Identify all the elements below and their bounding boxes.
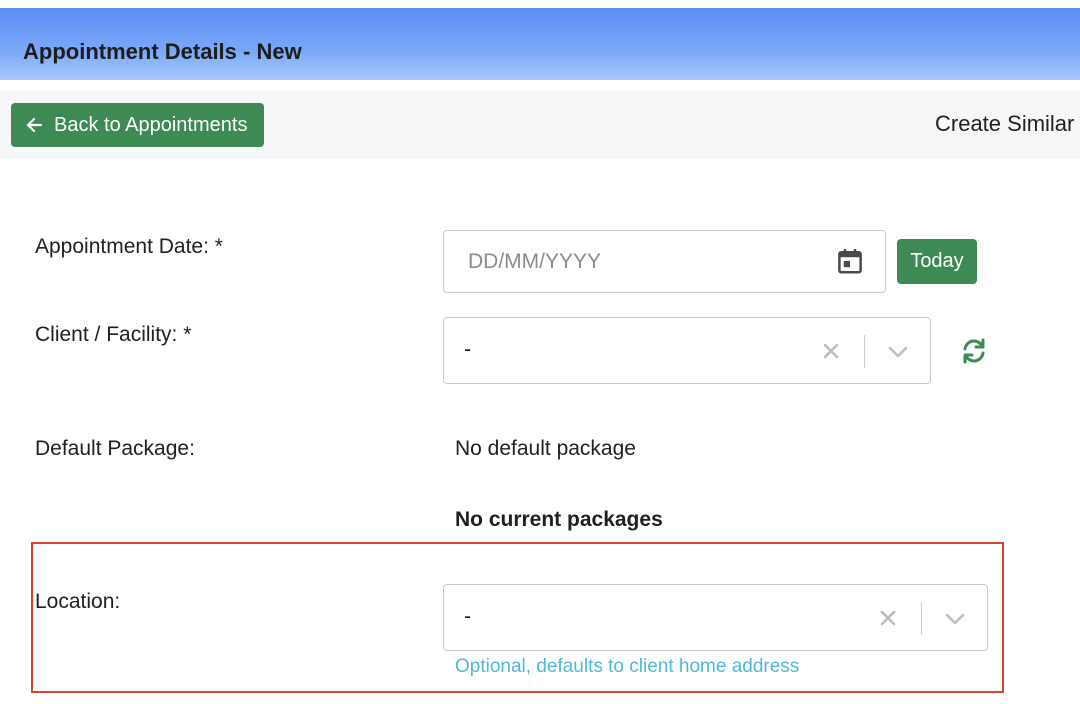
- select-divider: [864, 335, 865, 368]
- appointment-details-page: Appointment Details - New Back to Appoin…: [0, 0, 1080, 704]
- client-facility-select[interactable]: -: [443, 317, 931, 384]
- location-help-text: Optional, defaults to client home addres…: [455, 656, 800, 677]
- close-icon[interactable]: [822, 342, 840, 360]
- chevron-down-icon[interactable]: [945, 613, 965, 625]
- back-button-label: Back to Appointments: [54, 113, 248, 136]
- select-divider: [921, 602, 922, 635]
- client-facility-label: Client / Facility: *: [35, 323, 192, 346]
- chevron-down-icon[interactable]: [888, 346, 908, 358]
- appointment-date-input[interactable]: [468, 231, 828, 292]
- page-title: Appointment Details - New: [23, 39, 302, 64]
- arrow-left-icon: [26, 117, 43, 133]
- refresh-icon[interactable]: [960, 337, 988, 365]
- default-package-value: No default package: [455, 437, 636, 460]
- current-packages-text: No current packages: [455, 508, 663, 531]
- appointment-date-field[interactable]: [443, 230, 886, 293]
- default-package-label: Default Package:: [35, 437, 195, 460]
- appointment-date-label: Appointment Date: *: [35, 235, 223, 258]
- page-header: Appointment Details - New: [0, 8, 1080, 80]
- close-icon[interactable]: [879, 609, 897, 627]
- location-value: -: [464, 605, 471, 628]
- toolbar: Back to Appointments Create Similar: [0, 91, 1080, 159]
- calendar-icon[interactable]: [835, 246, 865, 276]
- back-to-appointments-button[interactable]: Back to Appointments: [11, 103, 264, 147]
- location-label: Location:: [35, 590, 121, 613]
- create-similar-link[interactable]: Create Similar: [935, 111, 1074, 137]
- location-select[interactable]: -: [443, 584, 988, 651]
- today-button[interactable]: Today: [897, 239, 977, 284]
- client-facility-value: -: [464, 338, 471, 361]
